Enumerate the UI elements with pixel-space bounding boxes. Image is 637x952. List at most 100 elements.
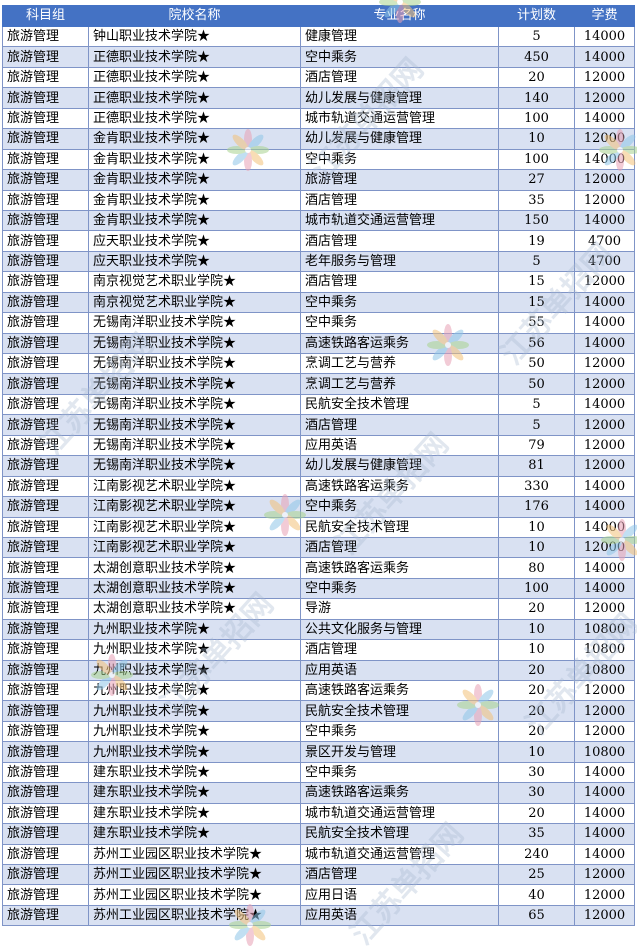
cell-plan-count: 80 xyxy=(498,557,575,579)
cell-tuition: 14000 xyxy=(574,823,635,845)
cell-school-name: 正德职业技术学院★ xyxy=(88,87,301,109)
header-subject-group: 科目组 xyxy=(2,5,89,27)
cell-school-name: 无锡南洋职业技术学院★ xyxy=(88,352,301,375)
cell-school-name: 苏州工业园区职业技术学院★ xyxy=(88,863,301,886)
cell-plan-count: 55 xyxy=(498,312,575,334)
cell-school-name: 无锡南洋职业技术学院★ xyxy=(88,455,301,477)
table-row: 旅游管理 无锡南洋职业技术学院★ 幼儿发展与健康管理 81 12000 xyxy=(2,455,635,477)
table-row: 旅游管理 江南影视艺术职业学院★ 空中乘务 176 14000 xyxy=(2,496,635,518)
cell-plan-count: 10 xyxy=(498,639,575,661)
cell-subject-group: 旅游管理 xyxy=(2,679,89,702)
cell-tuition: 14000 xyxy=(574,25,635,48)
cell-major-name: 城市轨道交通运营管理 xyxy=(300,843,499,865)
cell-major-name: 城市轨道交通运营管理 xyxy=(300,209,499,232)
cell-major-name: 酒店管理 xyxy=(300,536,499,559)
cell-plan-count: 20 xyxy=(498,720,575,743)
cell-major-name: 城市轨道交通运营管理 xyxy=(300,107,499,130)
cell-plan-count: 27 xyxy=(498,169,575,191)
cell-school-name: 无锡南洋职业技术学院★ xyxy=(88,312,301,334)
cell-major-name: 应用英语 xyxy=(300,904,499,927)
cell-major-name: 高速铁路客运乘务 xyxy=(300,557,499,579)
table-row: 旅游管理 金肯职业技术学院★ 空中乘务 100 14000 xyxy=(2,148,635,171)
cell-tuition: 14000 xyxy=(574,843,635,865)
cell-subject-group: 旅游管理 xyxy=(2,618,89,641)
cell-tuition: 12000 xyxy=(574,373,635,395)
cell-subject-group: 旅游管理 xyxy=(2,802,89,825)
cell-plan-count: 176 xyxy=(498,496,575,518)
cell-subject-group: 旅游管理 xyxy=(2,536,89,559)
cell-tuition: 4700 xyxy=(574,230,635,252)
cell-tuition: 12000 xyxy=(574,884,635,906)
cell-school-name: 太湖创意职业技术学院★ xyxy=(88,598,301,620)
cell-plan-count: 50 xyxy=(498,352,575,375)
cell-tuition: 14000 xyxy=(574,577,635,600)
cell-subject-group: 旅游管理 xyxy=(2,169,89,191)
cell-plan-count: 25 xyxy=(498,863,575,886)
cell-tuition: 12000 xyxy=(574,128,635,150)
cell-subject-group: 旅游管理 xyxy=(2,598,89,620)
cell-plan-count: 56 xyxy=(498,332,575,355)
cell-tuition: 14000 xyxy=(574,291,635,314)
cell-plan-count: 10 xyxy=(498,618,575,641)
table-row: 旅游管理 太湖创意职业技术学院★ 高速铁路客运乘务 80 14000 xyxy=(2,557,635,579)
cell-plan-count: 140 xyxy=(498,87,575,109)
cell-tuition: 14000 xyxy=(574,761,635,784)
cell-plan-count: 330 xyxy=(498,475,575,498)
cell-tuition: 12000 xyxy=(574,863,635,886)
cell-tuition: 4700 xyxy=(574,250,635,273)
cell-subject-group: 旅游管理 xyxy=(2,843,89,865)
cell-tuition: 14000 xyxy=(574,802,635,825)
cell-school-name: 钟山职业技术学院★ xyxy=(88,25,301,48)
table-row: 旅游管理 钟山职业技术学院★ 健康管理 5 14000 xyxy=(2,25,635,48)
cell-school-name: 九州职业技术学院★ xyxy=(88,679,301,702)
cell-plan-count: 10 xyxy=(498,741,575,763)
table-row: 旅游管理 金肯职业技术学院★ 城市轨道交通运营管理 150 14000 xyxy=(2,209,635,232)
cell-plan-count: 5 xyxy=(498,414,575,436)
cell-plan-count: 240 xyxy=(498,843,575,865)
cell-subject-group: 旅游管理 xyxy=(2,25,89,48)
cell-subject-group: 旅游管理 xyxy=(2,230,89,252)
cell-plan-count: 5 xyxy=(498,25,575,48)
header-tuition: 学费 xyxy=(574,5,635,27)
cell-school-name: 金肯职业技术学院★ xyxy=(88,209,301,232)
cell-tuition: 12000 xyxy=(574,352,635,375)
cell-major-name: 空中乘务 xyxy=(300,761,499,784)
cell-tuition: 14000 xyxy=(574,557,635,579)
cell-major-name: 酒店管理 xyxy=(300,66,499,89)
table-row: 旅游管理 正德职业技术学院★ 幼儿发展与健康管理 140 12000 xyxy=(2,87,635,109)
cell-tuition: 14000 xyxy=(574,148,635,171)
cell-school-name: 苏州工业园区职业技术学院★ xyxy=(88,904,301,927)
cell-major-name: 空中乘务 xyxy=(300,46,499,68)
cell-major-name: 高速铁路客运乘务 xyxy=(300,679,499,702)
cell-subject-group: 旅游管理 xyxy=(2,516,89,538)
cell-school-name: 建东职业技术学院★ xyxy=(88,761,301,784)
cell-major-name: 公共文化服务与管理 xyxy=(300,618,499,641)
table-row: 旅游管理 无锡南洋职业技术学院★ 民航安全技术管理 5 14000 xyxy=(2,393,635,416)
cell-tuition: 12000 xyxy=(574,414,635,436)
cell-plan-count: 5 xyxy=(498,393,575,416)
cell-subject-group: 旅游管理 xyxy=(2,291,89,314)
cell-tuition: 12000 xyxy=(574,455,635,477)
table-row: 旅游管理 建东职业技术学院★ 民航安全技术管理 35 14000 xyxy=(2,823,635,845)
cell-tuition: 12000 xyxy=(574,720,635,743)
cell-tuition: 14000 xyxy=(574,393,635,416)
cell-subject-group: 旅游管理 xyxy=(2,332,89,355)
cell-major-name: 健康管理 xyxy=(300,25,499,48)
cell-subject-group: 旅游管理 xyxy=(2,66,89,89)
table-row: 旅游管理 南京视觉艺术职业学院★ 空中乘务 15 14000 xyxy=(2,291,635,314)
cell-school-name: 南京视觉艺术职业学院★ xyxy=(88,291,301,314)
table-row: 旅游管理 九州职业技术学院★ 高速铁路客运乘务 20 12000 xyxy=(2,679,635,702)
cell-subject-group: 旅游管理 xyxy=(2,128,89,150)
cell-subject-group: 旅游管理 xyxy=(2,496,89,518)
cell-school-name: 建东职业技术学院★ xyxy=(88,802,301,825)
cell-tuition: 14000 xyxy=(574,312,635,334)
table-row: 旅游管理 无锡南洋职业技术学院★ 烹调工艺与营养 50 12000 xyxy=(2,352,635,375)
table-row: 旅游管理 苏州工业园区职业技术学院★ 应用日语 40 12000 xyxy=(2,884,635,906)
cell-subject-group: 旅游管理 xyxy=(2,475,89,498)
cell-major-name: 高速铁路客运乘务 xyxy=(300,475,499,498)
table-row: 旅游管理 九州职业技术学院★ 公共文化服务与管理 10 10800 xyxy=(2,618,635,641)
table-row: 旅游管理 九州职业技术学院★ 空中乘务 20 12000 xyxy=(2,720,635,743)
cell-school-name: 无锡南洋职业技术学院★ xyxy=(88,332,301,355)
cell-school-name: 建东职业技术学院★ xyxy=(88,782,301,804)
table-row: 旅游管理 九州职业技术学院★ 酒店管理 10 10800 xyxy=(2,639,635,661)
